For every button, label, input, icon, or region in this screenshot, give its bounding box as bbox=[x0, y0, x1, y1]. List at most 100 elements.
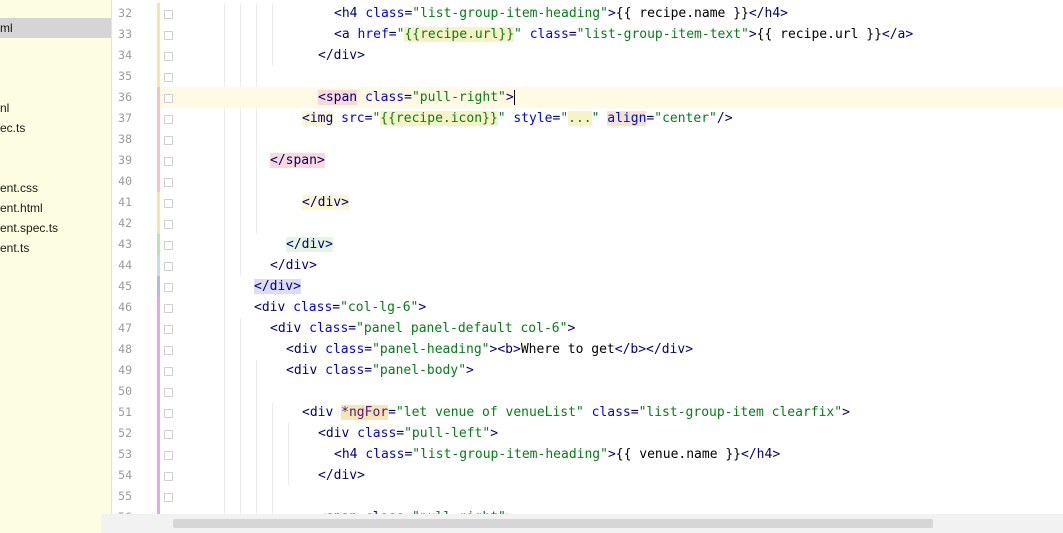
code-line-content: <div class="panel-heading"><b>Where to g… bbox=[286, 339, 693, 360]
project-tree-file[interactable]: ent.spec.ts bbox=[0, 218, 58, 238]
code-token: <img bbox=[302, 111, 334, 126]
code-line[interactable]: <img src="{{recipe.icon}}" style="..." a… bbox=[160, 108, 1063, 129]
code-line-content: </div> bbox=[318, 45, 365, 66]
project-tree: ml nl ec.ts ent.css ent.html ent.spec.ts ent.t… bbox=[0, 0, 111, 533]
code-token: </span> bbox=[270, 153, 325, 168]
code-token: align bbox=[607, 111, 647, 126]
line-number: 47 bbox=[118, 321, 132, 335]
code-line[interactable]: <div class="panel-body"> bbox=[160, 360, 1063, 381]
code-token: > bbox=[748, 27, 757, 42]
code-line-content: </div> bbox=[286, 234, 333, 255]
code-line[interactable]: </div> bbox=[160, 45, 1063, 66]
code-line[interactable]: <div *ngFor="let venue of venueList" cla… bbox=[160, 402, 1063, 423]
code-token: <div bbox=[254, 300, 294, 315]
line-number: 40 bbox=[118, 174, 132, 188]
code-token: "list-group-item-text" bbox=[576, 27, 749, 42]
code-line-content: <div *ngFor="let venue of venueList" cla… bbox=[302, 402, 850, 423]
code-token: style bbox=[513, 111, 553, 126]
code-line[interactable]: <div class="panel panel-default col-6"> bbox=[160, 318, 1063, 339]
code-token: > bbox=[607, 6, 616, 21]
code-line[interactable]: </div> bbox=[160, 234, 1063, 255]
code-token: "list-group-item clearfix" bbox=[638, 405, 843, 420]
line-number: 46 bbox=[118, 300, 132, 314]
code-token: > bbox=[466, 363, 474, 378]
code-token: <div bbox=[302, 405, 342, 420]
line-number: 41 bbox=[118, 195, 132, 209]
code-token: /> bbox=[716, 111, 733, 126]
code-line[interactable]: <h4 class="list-group-item-heading">{{ r… bbox=[160, 3, 1063, 24]
code-line[interactable]: <a href="{{recipe.url}}" class="list-gro… bbox=[160, 24, 1063, 45]
line-number: 43 bbox=[118, 237, 132, 251]
code-line-content: <h4 class="list-group-item-heading">{{ r… bbox=[334, 3, 788, 24]
code-line[interactable]: <div class="col-lg-6"> bbox=[160, 297, 1063, 318]
code-token: <div bbox=[286, 342, 326, 357]
code-line[interactable]: </div> bbox=[160, 192, 1063, 213]
code-token: </b></div> bbox=[614, 342, 694, 357]
code-token: *ngFor bbox=[341, 405, 389, 420]
code-token: <div bbox=[318, 426, 358, 441]
code-line[interactable] bbox=[160, 381, 1063, 402]
code-line[interactable]: <h4 class="list-group-item-heading">{{ v… bbox=[160, 444, 1063, 465]
code-token: </h4> bbox=[741, 447, 781, 462]
project-tree-file[interactable]: ent.ts bbox=[0, 238, 29, 258]
code-token: class bbox=[357, 426, 397, 441]
code-line[interactable]: </div> bbox=[160, 255, 1063, 276]
line-number: 37 bbox=[118, 111, 132, 125]
code-line[interactable] bbox=[160, 486, 1063, 507]
code-token: = bbox=[404, 90, 412, 105]
code-token: = bbox=[388, 27, 397, 42]
code-line[interactable]: <div class="pull-left"> bbox=[160, 423, 1063, 444]
code-token: "pull-right" bbox=[411, 90, 506, 105]
code-token: {{ recipe.url }} bbox=[756, 27, 882, 42]
code-token: "center" bbox=[654, 111, 717, 126]
code-token: class bbox=[365, 447, 405, 462]
line-number: 48 bbox=[118, 342, 132, 356]
code-line[interactable] bbox=[160, 66, 1063, 87]
project-tree-file[interactable]: ml bbox=[0, 18, 111, 38]
code-token: > bbox=[418, 300, 427, 315]
code-line-content: <div class="panel-body"> bbox=[286, 360, 474, 381]
code-token: > bbox=[842, 405, 850, 420]
line-number: 55 bbox=[118, 489, 132, 503]
code-line[interactable] bbox=[160, 213, 1063, 234]
code-line[interactable]: <div class="panel-heading"><b>Where to g… bbox=[160, 339, 1063, 360]
code-line[interactable]: </div> bbox=[160, 276, 1063, 297]
code-token: <span bbox=[318, 90, 358, 105]
code-token: <h4 bbox=[334, 447, 366, 462]
line-number: 35 bbox=[118, 69, 132, 83]
code-token: </div> bbox=[286, 237, 333, 252]
code-token: {{ recipe.name }} bbox=[615, 6, 749, 21]
project-tree-file[interactable]: ent.html bbox=[0, 198, 43, 218]
code-token: <h4 bbox=[334, 6, 366, 21]
code-line-content: <div class="col-lg-6"> bbox=[254, 297, 426, 318]
code-token: " bbox=[560, 111, 569, 126]
code-token: <div bbox=[270, 321, 310, 336]
code-line[interactable]: </span> bbox=[160, 150, 1063, 171]
project-tree-file[interactable]: nl bbox=[0, 98, 9, 118]
line-number: 36 bbox=[118, 90, 132, 104]
horizontal-scrollbar-thumb[interactable] bbox=[173, 519, 933, 528]
code-token: class bbox=[365, 6, 405, 21]
code-token: "panel-heading" bbox=[372, 342, 490, 357]
code-token: > bbox=[490, 426, 499, 441]
code-token: </div> bbox=[318, 468, 365, 483]
code-token: class bbox=[325, 342, 365, 357]
line-number: 42 bbox=[118, 216, 132, 230]
code-token: "col-lg-6" bbox=[340, 300, 419, 315]
line-number: 34 bbox=[118, 48, 132, 62]
code-line-content: <div class="pull-left"> bbox=[318, 423, 498, 444]
code-line[interactable] bbox=[160, 171, 1063, 192]
code-token: {{ venue.name }} bbox=[615, 447, 742, 462]
code-token: class bbox=[309, 321, 349, 336]
project-tree-file[interactable]: ent.css bbox=[0, 178, 38, 198]
project-tree-file[interactable]: ec.ts bbox=[0, 118, 25, 138]
code-token: {{recipe.icon}} bbox=[380, 111, 498, 126]
code-line-content: <img src="{{recipe.icon}}" style="..." a… bbox=[302, 108, 733, 129]
code-line[interactable]: </div> bbox=[160, 465, 1063, 486]
code-line[interactable] bbox=[160, 129, 1063, 150]
code-line-content: </span> bbox=[270, 150, 325, 171]
code-line[interactable]: <span class="pull-right"> bbox=[160, 87, 1063, 108]
code-token: class bbox=[529, 27, 569, 42]
